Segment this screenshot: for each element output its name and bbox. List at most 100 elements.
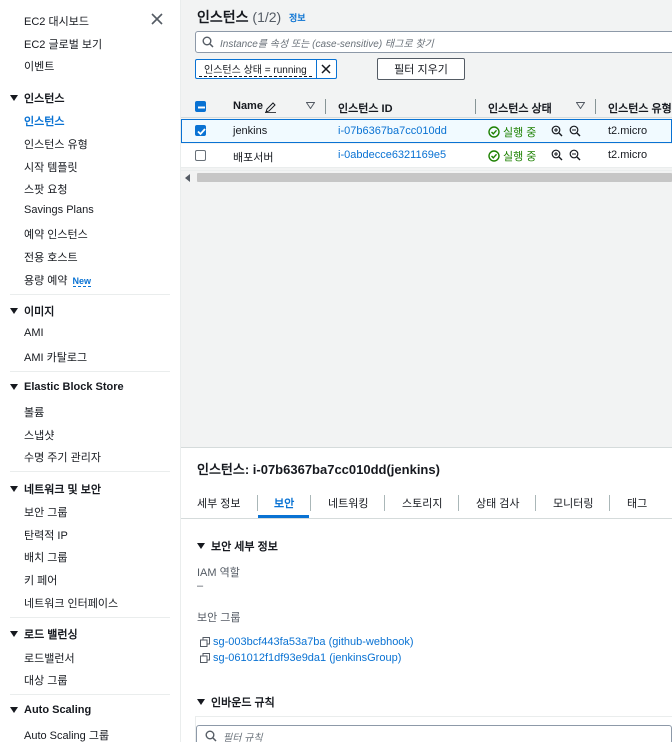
tab-divider <box>384 495 385 511</box>
sidebar-section-load-balancing[interactable]: 로드 밸런싱 <box>10 626 78 642</box>
sidebar-item-spot-requests[interactable]: 스팟 요청 <box>24 181 68 197</box>
sidebar-item-target-groups[interactable]: 대상 그룹 <box>24 672 68 688</box>
search-icon <box>202 36 214 48</box>
sidebar-item-dedicated-hosts[interactable]: 전용 호스트 <box>24 249 78 265</box>
row-checkbox[interactable] <box>195 150 206 161</box>
divider <box>10 471 170 472</box>
sidebar-section-ebs[interactable]: Elastic Block Store <box>10 381 124 393</box>
sidebar-item-savings-plans[interactable]: Savings Plans <box>24 204 94 216</box>
tab-status-checks[interactable]: 상태 검사 <box>476 495 520 511</box>
sidebar-section-title: 이미지 <box>24 306 55 318</box>
table-row[interactable]: 배포서버 i-0abdecce6321169e5 실행 중 t2.micro <box>181 144 672 168</box>
sidebar-item-ec2-dashboard[interactable]: EC2 대시보드 <box>24 13 89 29</box>
instance-name: 배포서버 <box>233 152 274 164</box>
filter-chip: 인스턴스 상태 = running <box>195 59 337 79</box>
security-group-text: sg-061012f1df93e9da1 (jenkinsGroup) <box>213 652 402 664</box>
tab-tags[interactable]: 태그 <box>627 495 647 511</box>
column-header-instance-state[interactable]: 인스턴스 상태 <box>488 100 552 116</box>
sidebar-item-events[interactable]: 이벤트 <box>24 58 54 74</box>
clear-filters-button[interactable]: 필터 지우기 <box>377 58 465 80</box>
sidebar-item-ec2-global-view[interactable]: EC2 글로벌 보기 <box>24 36 102 52</box>
close-icon[interactable] <box>150 12 164 26</box>
sidebar-item-instances[interactable]: 인스턴스 <box>24 113 64 129</box>
divider <box>10 617 170 618</box>
column-divider[interactable] <box>595 99 596 114</box>
security-group-link[interactable]: sg-003bcf443fa53a7ba (github-webhook) <box>200 636 414 648</box>
sidebar-item-auto-scaling-groups[interactable]: Auto Scaling 그룹 <box>24 727 109 742</box>
sidebar-item-capacity-reservations[interactable]: 용량 예약 New <box>24 272 92 288</box>
instance-state-label: 실행 중 <box>503 127 537 139</box>
instance-id-link[interactable]: i-07b6367ba7cc010dd <box>338 125 447 137</box>
copy-icon[interactable] <box>200 653 210 663</box>
sidebar-section-auto-scaling[interactable]: Auto Scaling <box>10 704 91 716</box>
zoom-out-icon[interactable] <box>569 149 581 161</box>
sidebar-item-snapshots[interactable]: 스냅샷 <box>24 427 54 443</box>
sidebar-item-elastic-ips[interactable]: 탄력적 IP <box>24 527 68 543</box>
copy-icon[interactable] <box>200 637 210 647</box>
zoom-in-icon[interactable] <box>551 149 563 161</box>
sidebar-item-ami[interactable]: AMI <box>24 327 44 339</box>
column-divider[interactable] <box>325 99 326 114</box>
sidebar-item-lifecycle-manager[interactable]: 수명 주기 관리자 <box>24 449 101 465</box>
iam-role-value: – <box>197 580 204 592</box>
tab-security[interactable]: 보안 <box>274 495 294 511</box>
caret-down-icon <box>10 95 18 101</box>
column-header-instance-type[interactable]: 인스턴스 유형 <box>608 100 672 116</box>
sidebar-item-network-interfaces[interactable]: 네트워크 인터페이스 <box>24 595 118 611</box>
zoom-in-icon[interactable] <box>551 125 563 137</box>
split-panel-divider[interactable] <box>181 447 672 448</box>
security-group-link[interactable]: sg-061012f1df93e9da1 (jenkinsGroup) <box>200 652 401 664</box>
indeterminate-icon <box>198 106 205 109</box>
sidebar-item-launch-templates[interactable]: 시작 템플릿 <box>24 159 78 175</box>
tab-storage[interactable]: 스토리지 <box>402 495 442 511</box>
instance-state: 실행 중 <box>488 148 536 164</box>
sidebar-section-instances[interactable]: 인스턴스 <box>10 90 64 106</box>
scroll-left-icon[interactable] <box>185 174 190 182</box>
search-icon <box>205 730 217 742</box>
sort-icon[interactable] <box>576 102 585 109</box>
caret-down-icon <box>197 699 205 705</box>
instance-type: t2.micro <box>608 125 648 137</box>
sidebar-item-load-balancers[interactable]: 로드밸런서 <box>24 650 75 666</box>
check-icon <box>197 128 206 136</box>
tab-divider <box>535 495 536 511</box>
row-checkbox[interactable] <box>195 125 206 136</box>
instance-count: (1/2) <box>252 9 282 25</box>
security-details-header[interactable]: 보안 세부 정보 <box>197 538 278 554</box>
remove-filter-button[interactable] <box>315 60 336 78</box>
scrollbar-thumb[interactable] <box>197 173 672 182</box>
horizontal-scrollbar[interactable] <box>181 170 672 184</box>
column-divider[interactable] <box>475 99 476 114</box>
sidebar-section-images[interactable]: 이미지 <box>10 303 54 319</box>
active-tab-indicator <box>258 515 309 518</box>
sidebar-item-ami-catalog[interactable]: AMI 카탈로그 <box>24 349 87 365</box>
sidebar-item-volumes[interactable]: 볼륨 <box>24 404 44 420</box>
tab-details[interactable]: 세부 정보 <box>197 495 241 511</box>
tab-networking[interactable]: 네트워킹 <box>328 495 368 511</box>
column-header-name[interactable]: Name <box>233 100 263 112</box>
sidebar-item-security-groups[interactable]: 보안 그룹 <box>24 504 68 520</box>
page-title: 인스턴스 (1/2) <box>197 7 281 27</box>
table-row[interactable]: jenkins i-07b6367ba7cc010dd 실행 중 t2.micr… <box>181 119 672 143</box>
column-header-instance-id[interactable]: 인스턴스 ID <box>338 100 393 116</box>
check-circle-icon <box>488 126 500 138</box>
select-all-checkbox[interactable] <box>195 101 206 112</box>
sort-icon[interactable] <box>306 102 315 109</box>
instances-panel: 인스턴스 (1/2) 정보 Instance를 속성 또는 (case-sens… <box>181 0 672 447</box>
sidebar-item-instance-types[interactable]: 인스턴스 유형 <box>24 136 88 152</box>
filter-chip-label[interactable]: 인스턴스 상태 = running <box>199 61 312 77</box>
sidebar-section-network-security[interactable]: 네트워크 및 보안 <box>10 481 101 497</box>
tab-monitoring[interactable]: 모니터링 <box>553 495 593 511</box>
search-input[interactable]: Instance를 속성 또는 (case-sensitive) 태그로 찾기 <box>195 31 672 53</box>
close-icon <box>321 64 331 74</box>
info-link[interactable]: 정보 <box>289 11 306 24</box>
inbound-rules-header[interactable]: 인바운드 규칙 <box>197 694 275 710</box>
sidebar-section-title: 로드 밸런싱 <box>24 629 78 641</box>
inbound-rules-search-input[interactable]: 필터 규칙 <box>196 725 672 742</box>
sidebar-item-reserved-instances[interactable]: 예약 인스턴스 <box>24 226 88 242</box>
instance-id-link[interactable]: i-0abdecce6321169e5 <box>338 149 446 161</box>
zoom-out-icon[interactable] <box>569 125 581 137</box>
sidebar-item-placement-groups[interactable]: 배치 그룹 <box>24 549 68 565</box>
tab-divider <box>609 495 610 511</box>
sidebar-item-key-pairs[interactable]: 키 페어 <box>24 572 57 588</box>
